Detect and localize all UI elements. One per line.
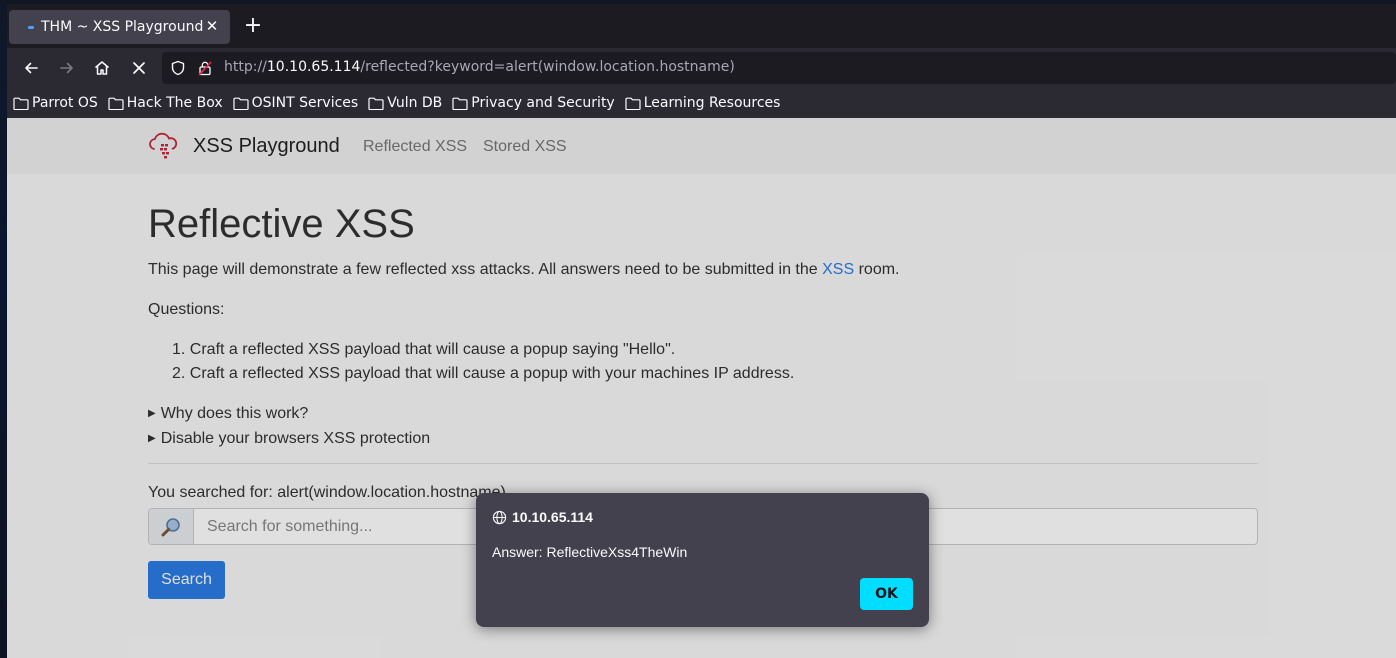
bookmark-learning-resources[interactable]: Learning Resources — [625, 95, 781, 111]
web-page: XSS Playground Reflected XSS Stored XSS … — [7, 118, 1396, 658]
arrow-left-icon — [25, 62, 38, 74]
url-bar[interactable]: http://10.10.65.114/reflected?keyword=al… — [162, 52, 1396, 84]
url-path: /reflected?keyword=alert(window.location… — [360, 59, 735, 75]
alert-dialog: 10.10.65.114 Answer: ReflectiveXss4TheWi… — [476, 493, 929, 627]
bookmark-label: Vuln DB — [387, 95, 443, 111]
bookmark-label: Learning Resources — [643, 95, 781, 111]
tab-active[interactable]: THM ~ XSS Playground ✕ — [9, 10, 230, 44]
url-host: 10.10.65.114 — [266, 59, 361, 75]
bookmark-label: OSINT Services — [251, 95, 359, 111]
forward-button[interactable] — [53, 54, 81, 82]
close-tab-icon[interactable]: ✕ — [204, 18, 220, 34]
close-icon — [133, 62, 145, 74]
bookmark-privacy-and-security[interactable]: Privacy and Security — [452, 95, 615, 111]
loading-favicon-icon — [28, 25, 34, 29]
alert-header: 10.10.65.114 — [492, 509, 593, 525]
bookmark-label: Privacy and Security — [471, 95, 615, 111]
home-icon — [95, 61, 109, 75]
stop-loading-button[interactable] — [125, 54, 153, 82]
new-tab-button[interactable]: + — [243, 15, 263, 37]
ok-button[interactable]: OK — [860, 578, 913, 610]
back-button[interactable] — [17, 54, 45, 82]
bookmarks-toolbar: Parrot OS Hack The Box OSINT Services Vu… — [7, 88, 1396, 118]
bookmark-parrot-os[interactable]: Parrot OS — [13, 95, 98, 111]
tab-title: THM ~ XSS Playground — [41, 19, 204, 35]
url-scheme: http:// — [224, 59, 267, 75]
bookmark-label: Parrot OS — [32, 95, 98, 111]
folder-icon — [13, 97, 29, 110]
browser-window: THM ~ XSS Playground ✕ + http://10.10.65… — [7, 4, 1396, 658]
globe-icon — [492, 510, 507, 524]
shield-icon[interactable] — [170, 60, 186, 76]
home-button[interactable] — [88, 54, 116, 82]
bookmark-osint-services[interactable]: OSINT Services — [233, 95, 359, 111]
folder-icon — [452, 97, 468, 110]
insecure-lock-icon[interactable] — [197, 60, 213, 76]
folder-icon — [368, 97, 384, 110]
folder-icon — [233, 97, 249, 110]
bookmark-label: Hack The Box — [126, 95, 223, 111]
folder-icon — [108, 97, 124, 110]
alert-origin: 10.10.65.114 — [512, 509, 593, 525]
arrow-right-icon — [60, 62, 73, 74]
desktop-left-edge — [0, 0, 7, 658]
alert-message: Answer: ReflectiveXss4TheWin — [492, 544, 688, 560]
folder-icon — [625, 97, 641, 110]
bookmark-hack-the-box[interactable]: Hack The Box — [108, 95, 223, 111]
bookmark-vuln-db[interactable]: Vuln DB — [368, 95, 442, 111]
url-text[interactable]: http://10.10.65.114/reflected?keyword=al… — [224, 59, 735, 75]
navigation-bar: http://10.10.65.114/reflected?keyword=al… — [7, 48, 1396, 88]
tab-strip: THM ~ XSS Playground ✕ + — [7, 4, 1396, 48]
